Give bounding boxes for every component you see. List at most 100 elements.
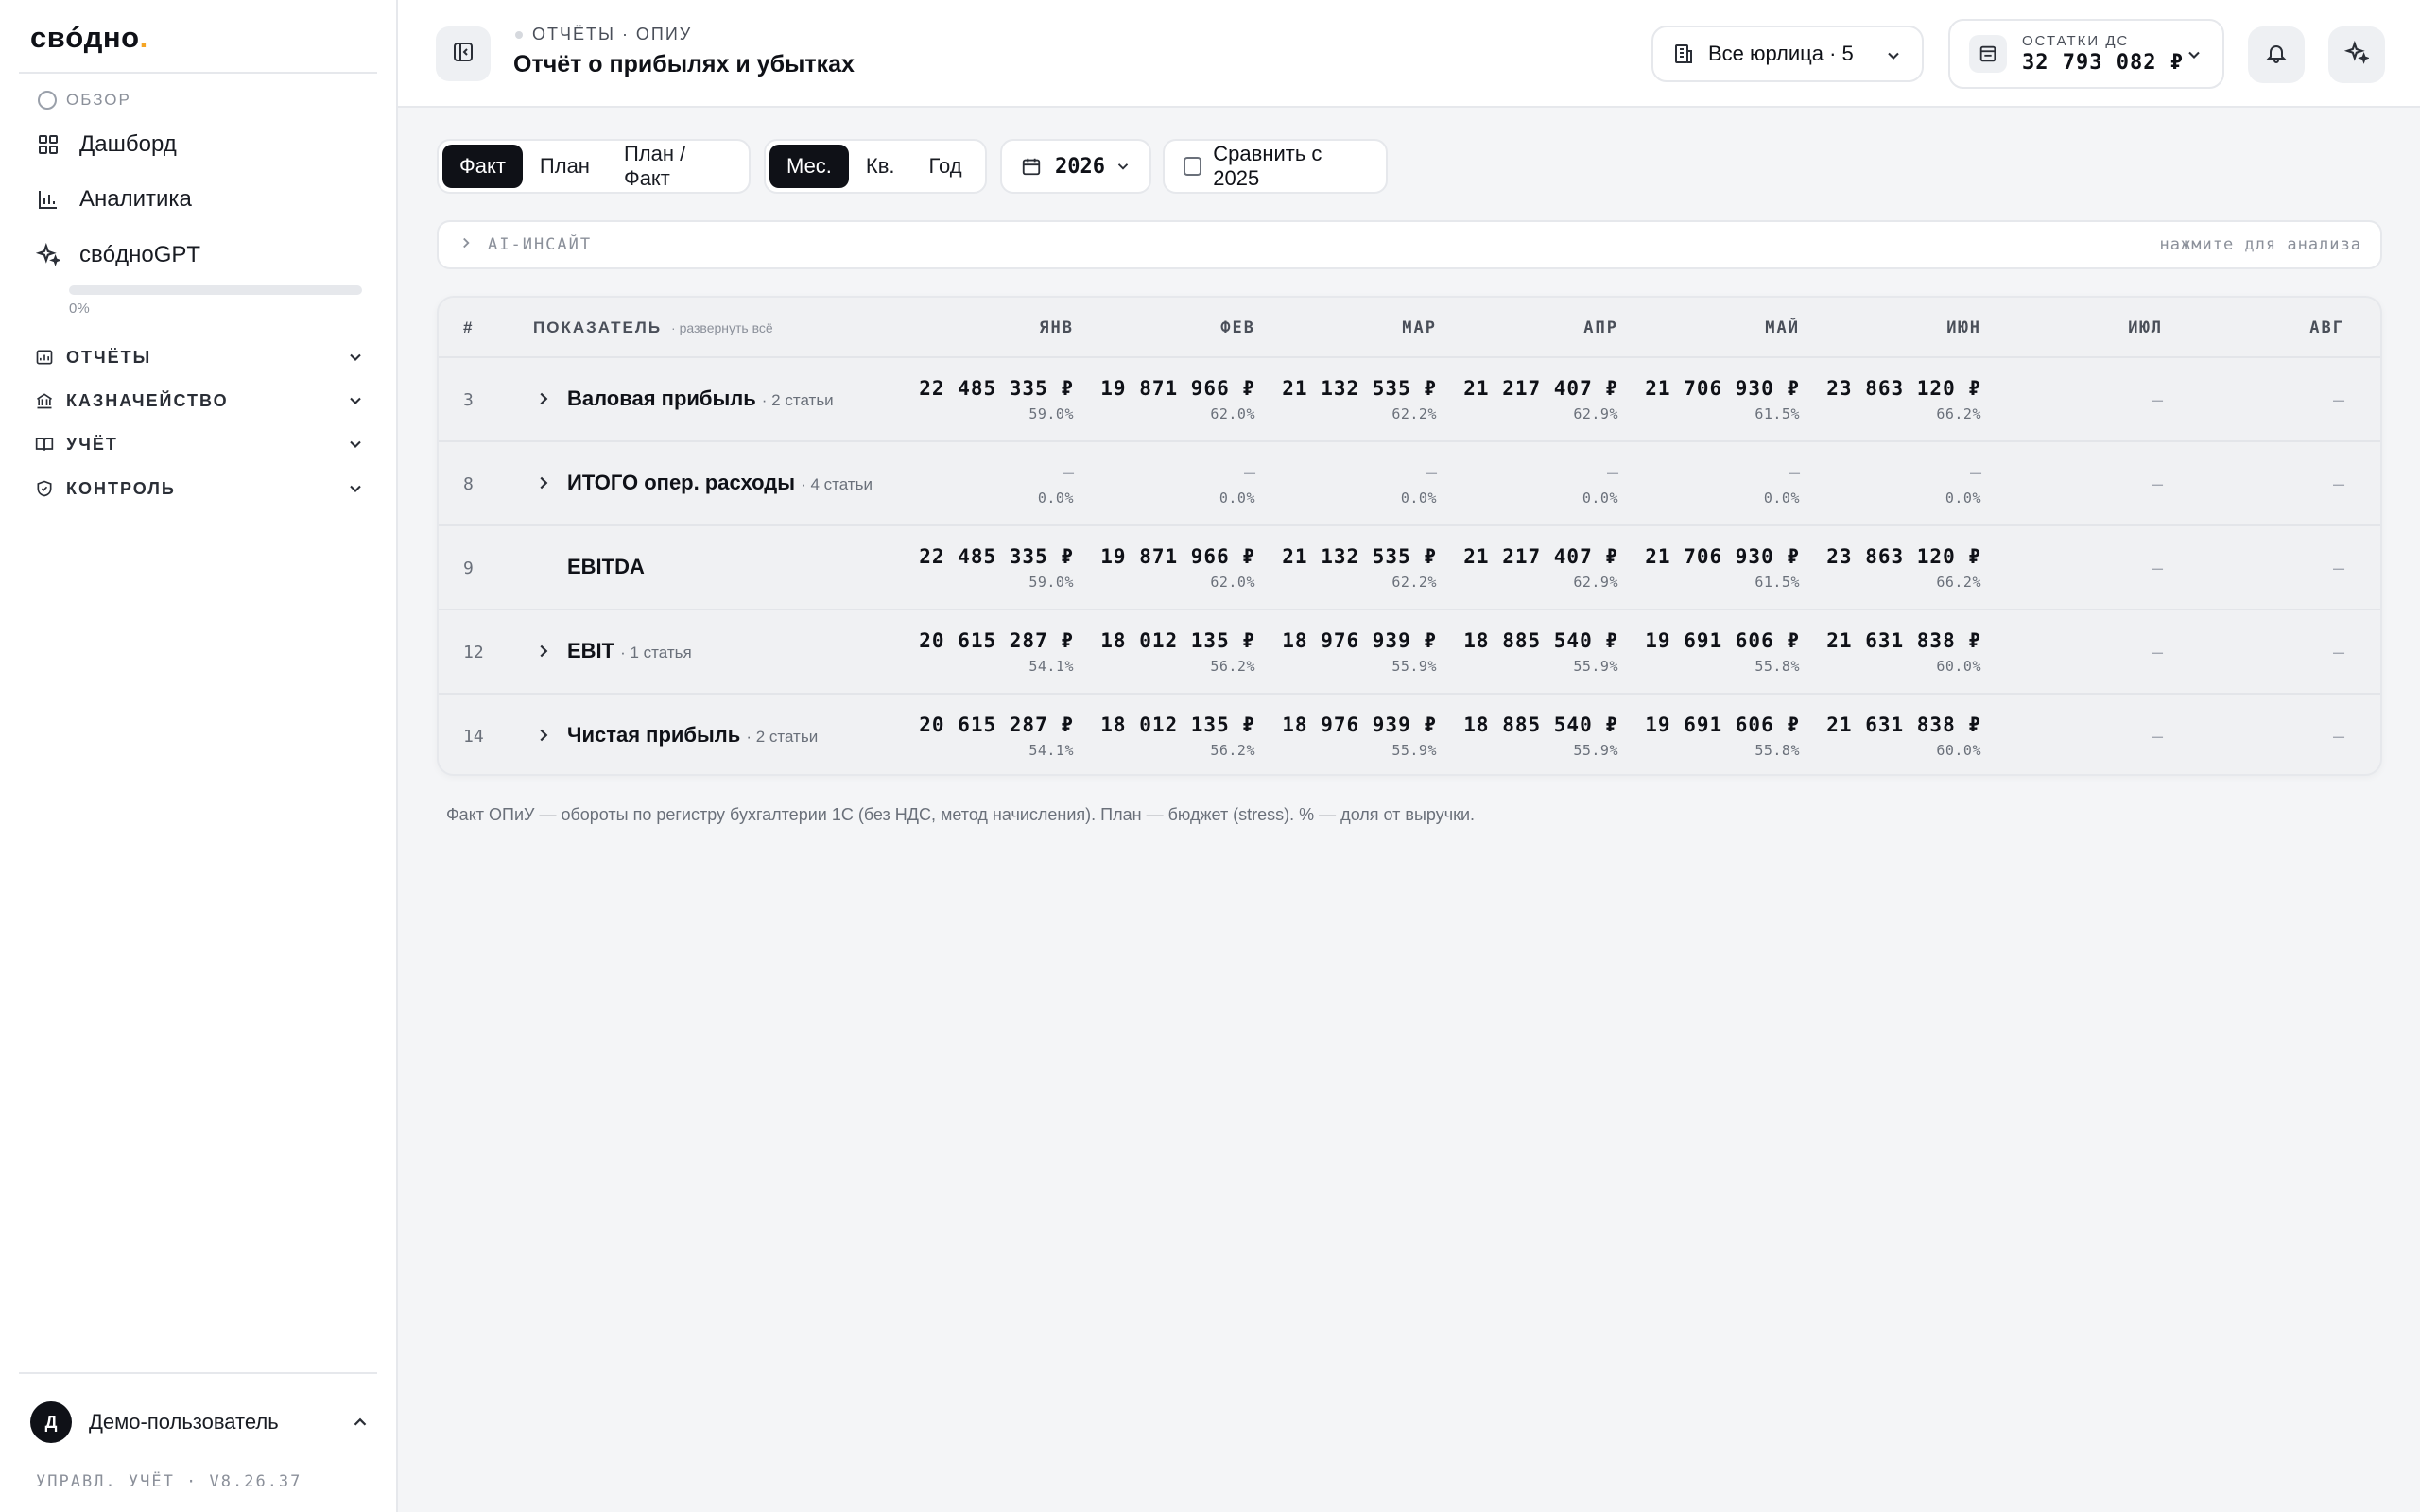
cash-balance-value: 32 793 082 ₽ — [2022, 51, 2184, 75]
logo-dot: . — [139, 21, 148, 54]
cell-percent: 62.9% — [1573, 405, 1618, 422]
table-cell: 23 863 120 ₽ 66.2% — [1773, 377, 1981, 422]
cell-percent: 60.0% — [1936, 658, 1981, 675]
table-row[interactable]: 14 Чистая прибыль · 2 статьи 20 615 287 ₽ 54… — [439, 695, 2380, 774]
col-header-indicator-label: ПОКАЗАТЕЛЬ — [533, 318, 663, 336]
sidebar-toggle-button[interactable] — [436, 26, 491, 81]
period-option-month[interactable]: Мес. — [769, 145, 849, 188]
usage-progress-label: 0% — [69, 301, 90, 317]
table-cell: — — [2332, 725, 2344, 747]
table-row[interactable]: 3 Валовая прибыль · 2 статьи 22 485 335 ₽ 59… — [439, 358, 2380, 442]
compare-toggle[interactable]: Сравнить с 2025 — [1163, 139, 1388, 194]
chevron-right-icon[interactable] — [533, 641, 554, 666]
chevron-right-icon[interactable] — [533, 388, 554, 414]
chevron-right-icon[interactable] — [533, 472, 554, 498]
table-cell: 22 485 335 ₽ 59.0% — [866, 377, 1074, 422]
table-cell: — — [2332, 472, 2344, 495]
mode-option-plan[interactable]: План — [523, 145, 607, 188]
table-cell: 19 691 606 ₽ 55.8% — [1592, 629, 1800, 675]
year-selector[interactable]: 2026 — [1000, 139, 1151, 194]
row-label: Валовая прибыль · 2 статьи — [567, 387, 834, 411]
expand-all-link[interactable]: · развернуть всё — [671, 320, 773, 335]
compare-checkbox[interactable] — [1184, 157, 1202, 176]
ai-assistant-button[interactable] — [2328, 26, 2385, 83]
row-label: ИТОГО опер. расходы · 4 статьи — [567, 471, 873, 495]
bar-chart-icon — [34, 185, 62, 214]
row-item-count: · 4 статьи — [801, 475, 873, 493]
col-header-month: ФЕВ — [1220, 318, 1255, 337]
table-cell: 22 485 335 ₽ 59.0% — [866, 545, 1074, 591]
ai-insight-label: AI-ИНСАЙТ — [488, 235, 593, 254]
table-cell: 18 012 135 ₽ 56.2% — [1047, 629, 1255, 675]
table-cell: — — [2151, 388, 2163, 411]
mode-option-plan-fact[interactable]: План / Факт — [607, 142, 745, 190]
sidebar-divider — [19, 1372, 377, 1374]
sidebar-item-gpt[interactable]: свóдноGPT — [34, 232, 374, 279]
cell-value: 21 706 930 ₽ — [1645, 545, 1800, 568]
row-label: EBIT · 1 статья — [567, 639, 692, 663]
cell-percent: 55.8% — [1754, 658, 1800, 675]
table-row[interactable]: 8 ИТОГО опер. расходы · 4 статьи — 0.0% — 0.0%… — [439, 442, 2380, 526]
table-cell: 21 631 838 ₽ 60.0% — [1773, 629, 1981, 675]
sidebar-item-dashboard[interactable]: Дашборд — [34, 121, 374, 168]
table-cell: — — [2151, 557, 2163, 579]
sidebar-divider — [19, 72, 377, 74]
chevron-down-icon — [346, 435, 365, 458]
mode-segmented-control: Факт План План / Факт — [437, 139, 751, 194]
sidebar-group-label: КАЗНАЧЕЙСТВО — [66, 390, 229, 410]
cash-balance-label: ОСТАТКИ ДС — [2022, 33, 2130, 49]
row-label: EBITDA — [567, 555, 645, 579]
period-option-quarter[interactable]: Кв. — [849, 145, 912, 188]
cell-value: 19 871 966 ₽ — [1100, 377, 1255, 400]
cell-value: 23 863 120 ₽ — [1826, 545, 1981, 568]
breadcrumb-dot — [515, 30, 523, 39]
sidebar-item-analytics[interactable]: Аналитика — [34, 176, 374, 223]
table-cell: — — [2151, 725, 2163, 747]
table-cell: — 0.0% — [1592, 461, 1800, 507]
sidebar-group-control[interactable]: КОНТРОЛЬ — [34, 470, 365, 507]
table-cell: — 0.0% — [866, 461, 1074, 507]
period-option-year[interactable]: Год — [912, 145, 979, 188]
row-number: 12 — [463, 643, 484, 662]
cell-percent: 54.1% — [1028, 742, 1074, 759]
table-cell: 18 885 540 ₽ 55.9% — [1410, 713, 1618, 759]
table-cell: 19 691 606 ₽ 55.8% — [1592, 713, 1800, 759]
entity-selector[interactable]: Все юрлица · 5 — [1651, 26, 1924, 82]
row-number: 3 — [463, 390, 474, 410]
sidebar-group-accounting[interactable]: УЧЁТ — [34, 425, 365, 463]
table-cell: 18 012 135 ₽ 56.2% — [1047, 713, 1255, 759]
table-row[interactable]: 12 EBIT · 1 статья 20 615 287 ₽54.1% 18 012 … — [439, 610, 2380, 695]
sidebar-group-treasury[interactable]: КАЗНАЧЕЙСТВО — [34, 382, 365, 420]
report-icon — [34, 347, 55, 368]
cell-percent: 0.0% — [1945, 490, 1981, 507]
row-number: 9 — [463, 558, 474, 578]
ai-insight-bar[interactable]: AI-ИНСАЙТ нажмите для анализа — [437, 220, 2382, 269]
chevron-down-icon — [1115, 158, 1132, 175]
app-logo[interactable]: свóдно. — [30, 21, 148, 55]
table-row[interactable]: 9 EBITDA 22 485 335 ₽ 59.0% 19 871 966 ₽ 62.0… — [439, 526, 2380, 610]
cell-percent: 55.9% — [1392, 742, 1437, 759]
notifications-button[interactable] — [2248, 26, 2305, 83]
cash-balance-widget[interactable]: ОСТАТКИ ДС 32 793 082 ₽ — [1948, 19, 2224, 89]
table-cell: — 0.0% — [1047, 461, 1255, 507]
mode-option-fact[interactable]: Факт — [442, 145, 523, 188]
sidebar-group-reports[interactable]: ОТЧЁТЫ — [34, 338, 365, 376]
table-cell: 18 976 939 ₽ 55.9% — [1229, 713, 1437, 759]
cell-value: 19 691 606 ₽ — [1645, 713, 1800, 736]
cell-value: 22 485 335 ₽ — [919, 545, 1074, 568]
table-cell: 23 863 120 ₽ 66.2% — [1773, 545, 1981, 591]
sidebar-item-label: свóдноGPT — [79, 242, 201, 267]
cell-percent: 55.9% — [1573, 658, 1618, 675]
sidebar-group-label: ОТЧЁТЫ — [66, 347, 152, 367]
building-icon — [1672, 43, 1695, 65]
cell-percent: 54.1% — [1028, 658, 1074, 675]
table-cell: — — [2151, 641, 2163, 663]
table-cell: 21 132 535 ₽ 62.2% — [1229, 377, 1437, 422]
user-menu[interactable]: Д Демо-пользователь — [30, 1400, 371, 1444]
cell-value: — — [1243, 461, 1255, 484]
page-title: Отчёт о прибылях и убытках — [513, 51, 855, 77]
chevron-right-icon[interactable] — [533, 725, 554, 750]
app-version: УПРАВЛ. УЧЁТ · V8.26.37 — [36, 1472, 302, 1491]
cell-percent: 61.5% — [1754, 405, 1800, 422]
cell-value: 18 976 939 ₽ — [1282, 629, 1437, 652]
